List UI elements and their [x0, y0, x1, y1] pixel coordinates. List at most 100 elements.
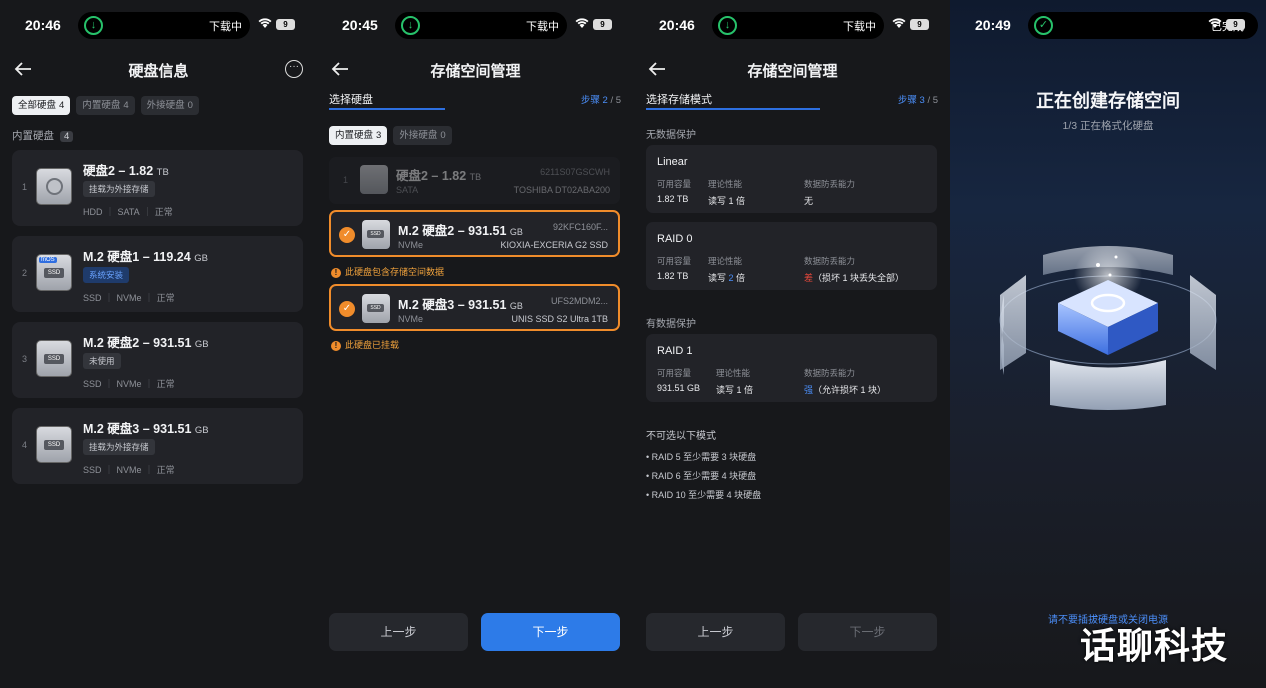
status-bar: 20:46 ↓ 下载中 9: [634, 12, 951, 39]
list-item: • RAID 6 至少需要 4 块硬盘: [646, 471, 757, 481]
list-item: • RAID 10 至少需要 4 块硬盘: [646, 490, 762, 500]
dynamic-island: ↓ 下载中: [78, 12, 250, 39]
disk-serial: 92KFC160F...: [552, 222, 608, 232]
disk-option-selected[interactable]: ✓ SSD M.2 硬盘2 – 931.51 GB 92KFC160F... N…: [329, 210, 620, 257]
section-label: 内置硬盘 4: [12, 128, 74, 143]
hdd-icon: [360, 165, 388, 194]
battery-icon: 9: [910, 19, 929, 30]
disk-model: KIOXIA-EXCERIA G2 SSD: [500, 240, 608, 250]
disk-tag: 系统安装: [83, 267, 130, 283]
step-title: 选择硬盘: [329, 94, 373, 106]
step-progress-bar: [329, 108, 445, 110]
dynamic-island: ↓ 下载中: [395, 12, 567, 39]
disk-name: M.2 硬盘3 – 931.51 GB: [83, 422, 209, 436]
next-step-button[interactable]: 下一步: [798, 613, 937, 651]
disk-tag: 挂载为外接存储: [83, 181, 155, 197]
download-icon: ↓: [718, 16, 737, 35]
more-options-icon[interactable]: ···: [285, 60, 303, 78]
island-status-text: 下载中: [209, 21, 242, 33]
hdd-icon: [36, 168, 72, 205]
filter-chips: 内置硬盘 3 外接硬盘 0: [329, 126, 452, 145]
previous-step-button[interactable]: 上一步: [646, 613, 785, 651]
disk-meta: SSDNVMe正常: [83, 291, 175, 304]
disk-option-selected[interactable]: ✓ SSD M.2 硬盘3 – 931.51 GB UFS2MDM2... NV…: [329, 284, 620, 331]
ssd-system-icon: fnOS SSD: [36, 254, 72, 291]
group-label-no-protection: 无数据保护: [646, 130, 696, 141]
unavailable-list: • RAID 5 至少需要 3 块硬盘 • RAID 6 至少需要 4 块硬盘 …: [646, 448, 761, 505]
disk-serial: UFS2MDM2...: [550, 296, 608, 306]
disk-option-disabled: 1 硬盘2 – 1.82 TB 6211S07GSCWH SATA TOSHIB…: [329, 157, 620, 204]
chip-internal-disks[interactable]: 内置硬盘 3: [329, 126, 388, 145]
status-bar: 20:49 ✓ 已完成 9: [950, 12, 1266, 39]
status-time: 20:45: [342, 17, 378, 33]
ssd-icon: SSD: [362, 294, 390, 323]
dynamic-island: ↓ 下载中: [712, 12, 884, 39]
chip-external-disks[interactable]: 外接硬盘 0: [393, 126, 452, 145]
warning-icon: !: [331, 268, 341, 278]
disk-name: M.2 硬盘2 – 931.51 GB: [398, 224, 523, 238]
header: 存储空间管理: [317, 58, 634, 82]
chip-external-disks[interactable]: 外接硬盘 0: [140, 96, 199, 115]
disk-tag: 未使用: [83, 353, 121, 369]
download-icon: ↓: [84, 16, 103, 35]
checkmark-icon[interactable]: ✓: [339, 227, 355, 243]
page-title: 硬盘信息: [128, 63, 189, 80]
step-progress-bar: [646, 108, 820, 110]
disk-card[interactable]: 1 硬盘2 – 1.82 TB 挂载为外接存储 HDDSATA正常: [12, 150, 303, 226]
warning-message: ! 此硬盘已挂载: [331, 338, 399, 351]
status-bar: 20:45 ↓ 下载中 9: [317, 12, 634, 39]
disk-meta: SSDNVMe正常: [83, 463, 175, 476]
warning-icon: !: [331, 341, 341, 351]
chip-all-disks[interactable]: 全部硬盘 4: [12, 96, 71, 115]
disk-model: TOSHIBA DT02ABA200: [513, 185, 610, 195]
disk-name: M.2 硬盘3 – 931.51 GB: [398, 298, 523, 312]
mode-option-raid0[interactable]: RAID 0 可用容量 理论性能 数据防丢能力 1.82 TB 读写 2 倍 差…: [646, 222, 937, 290]
disk-serial: 6211S07GSCWH: [540, 167, 610, 177]
screen-select-mode: 20:46 ↓ 下载中 9 存储空间管理 选择存储模式 步骤 3 / 5 无数据…: [634, 0, 951, 688]
disk-name: M.2 硬盘1 – 119.24 GB: [83, 250, 208, 264]
status-time: 20:49: [975, 17, 1011, 33]
checkmark-icon[interactable]: ✓: [339, 301, 355, 317]
ssd-icon: SSD: [36, 426, 72, 463]
battery-icon: 9: [276, 19, 295, 30]
screen-creating-storage: 20:49 ✓ 已完成 9 正在创建存储空间 1/3 正在格式化硬盘: [950, 0, 1266, 688]
disk-name: 硬盘2 – 1.82 TB: [396, 169, 482, 183]
disk-interface: NVMe: [398, 314, 424, 324]
unavailable-title: 不可选以下模式: [646, 431, 716, 442]
disk-card[interactable]: 3 SSD M.2 硬盘2 – 931.51 GB 未使用 SSDNVMe正常: [12, 322, 303, 398]
wifi-icon: [258, 18, 272, 28]
disk-interface: SATA: [396, 185, 419, 195]
step-counter: 步骤 3 / 5: [897, 95, 938, 106]
progress-title: 正在创建存储空间: [1036, 91, 1180, 111]
screen-select-disks: 20:45 ↓ 下载中 9 存储空间管理 选择硬盘 步骤 2 / 5 内置硬盘 3…: [317, 0, 634, 688]
status-bar: 20:46 ↓ 下载中 9: [0, 12, 317, 39]
island-status-text: 下载中: [843, 21, 876, 33]
disk-tag: 挂载为外接存储: [83, 439, 155, 455]
watermark-text: 话聊科技: [1080, 625, 1229, 666]
warning-message: ! 此硬盘包含存储空间数据: [331, 265, 444, 278]
complete-check-icon: ✓: [1034, 16, 1053, 35]
disk-card[interactable]: 2 fnOSSSD M.2 硬盘1 – 119.24 GB 系统安装 SSDNV…: [12, 236, 303, 312]
mode-option-raid1[interactable]: RAID 1 可用容量 理论性能 数据防丢能力 931.51 GB 读写 1 倍…: [646, 334, 937, 402]
battery-icon: 9: [1226, 19, 1245, 30]
disk-meta: SSDNVMe正常: [83, 377, 175, 390]
step-title: 选择存储模式: [646, 94, 712, 106]
status-time: 20:46: [25, 17, 61, 33]
step-counter: 步骤 2 / 5: [580, 95, 621, 106]
disk-interface: NVMe: [398, 240, 424, 250]
header: 存储空间管理: [634, 58, 951, 82]
island-status-text: 下载中: [526, 21, 559, 33]
disk-meta: HDDSATA正常: [83, 205, 173, 218]
wifi-icon: [575, 18, 589, 28]
chip-internal-disks[interactable]: 内置硬盘 4: [76, 96, 135, 115]
mode-option-linear[interactable]: Linear 可用容量 理论性能 数据防丢能力 1.82 TB 读写 1 倍 无: [646, 145, 937, 213]
group-label-protection: 有数据保护: [646, 319, 696, 330]
disk-model: UNIS SSD S2 Ultra 1TB: [511, 314, 608, 324]
disk-card[interactable]: 4 SSD M.2 硬盘3 – 931.51 GB 挂载为外接存储 SSDNVM…: [12, 408, 303, 484]
previous-step-button[interactable]: 上一步: [329, 613, 468, 651]
next-step-button[interactable]: 下一步: [481, 613, 620, 651]
storage-creation-illustration: [999, 245, 1217, 410]
filter-chips: 全部硬盘 4 内置硬盘 4 外接硬盘 0: [12, 96, 199, 115]
dynamic-island: ✓ 已完成: [1028, 12, 1258, 39]
page-title: 存储空间管理: [747, 63, 838, 80]
